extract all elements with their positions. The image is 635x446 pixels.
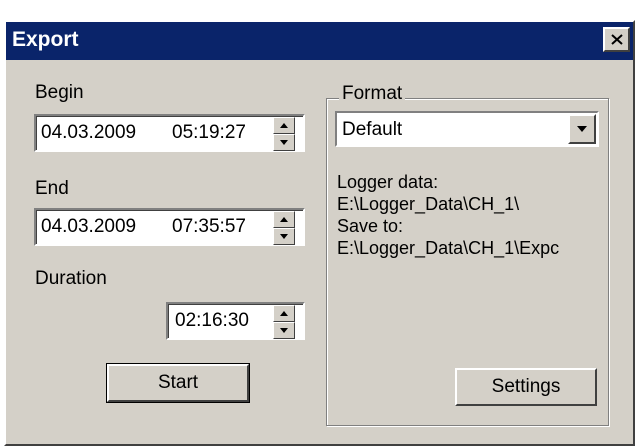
format-selected-value: Default	[342, 119, 403, 140]
window-title: Export	[12, 28, 79, 51]
logger-data-path: E:\Logger_Data\CH_1\	[337, 194, 520, 214]
settings-button-label: Settings	[491, 376, 561, 397]
export-dialog: Export Begin 04.03.2009 05:19:27 End 04.…	[4, 20, 635, 446]
spin-down-icon	[280, 140, 288, 145]
close-button[interactable]	[603, 27, 630, 52]
start-button[interactable]: Start	[106, 363, 250, 403]
begin-datetime-field[interactable]: 04.03.2009 05:19:27	[34, 114, 305, 152]
begin-spin-down-button[interactable]	[273, 134, 295, 151]
end-time: 07:35:57	[172, 216, 246, 237]
end-label: End	[35, 178, 69, 199]
duration-spin-up-button[interactable]	[273, 305, 295, 322]
end-datetime-field[interactable]: 04.03.2009 07:35:57	[34, 208, 305, 246]
end-date: 04.03.2009	[41, 216, 137, 237]
spin-down-icon	[280, 328, 288, 333]
duration-spin-down-button[interactable]	[273, 322, 295, 339]
close-icon	[610, 34, 623, 45]
begin-spinner	[273, 117, 295, 151]
spin-down-icon	[280, 234, 288, 239]
save-to-label: Save to:	[337, 216, 404, 236]
duration-value: 02:16:30	[175, 310, 249, 331]
duration-label: Duration	[35, 268, 107, 289]
duration-spinner	[273, 305, 295, 339]
format-select[interactable]: Default	[335, 111, 599, 147]
end-spin-up-button[interactable]	[273, 211, 295, 228]
format-dropdown-button[interactable]	[568, 114, 596, 144]
logger-data-label: Logger data:	[337, 172, 439, 192]
start-button-label: Start	[157, 372, 199, 393]
begin-label: Begin	[35, 82, 84, 103]
begin-time: 05:19:27	[172, 122, 246, 143]
spin-up-icon	[280, 123, 288, 128]
begin-date: 04.03.2009	[41, 122, 137, 143]
title-bar: Export	[6, 22, 633, 60]
end-spinner	[273, 211, 295, 245]
dropdown-arrow-icon	[577, 126, 587, 132]
format-group-title: Format	[339, 83, 406, 105]
end-spin-down-button[interactable]	[273, 228, 295, 245]
save-to-path: E:\Logger_Data\CH_1\Expc	[337, 238, 560, 258]
spin-up-icon	[280, 217, 288, 222]
spin-up-icon	[280, 311, 288, 316]
begin-spin-up-button[interactable]	[273, 117, 295, 134]
settings-button[interactable]: Settings	[455, 368, 597, 406]
duration-field[interactable]: 02:16:30	[166, 302, 305, 340]
